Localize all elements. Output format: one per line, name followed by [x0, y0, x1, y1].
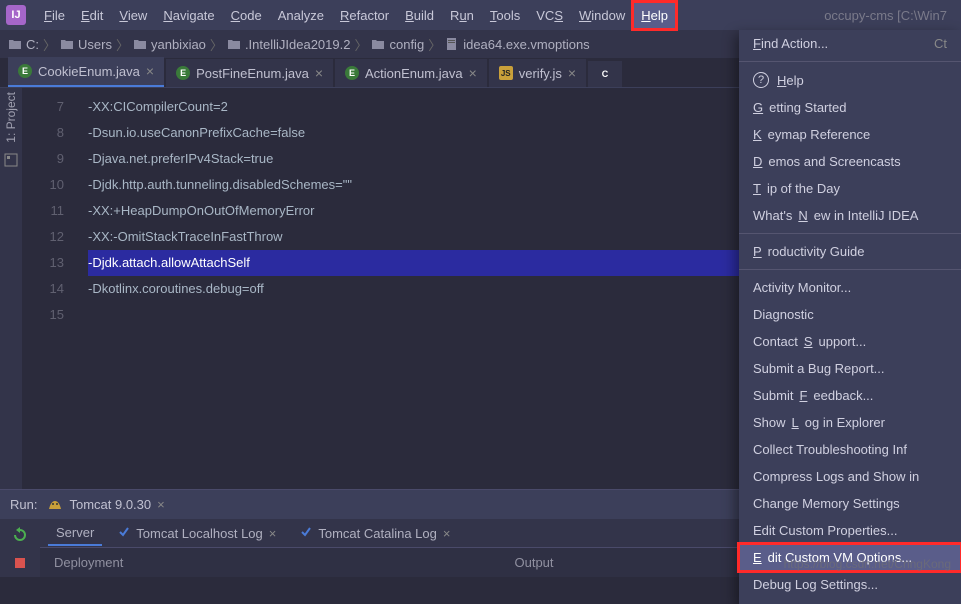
breadcrumb-item[interactable]: .IntelliJIdea2019.2: [227, 37, 351, 52]
help-menu-item[interactable]: Tip of the Day: [739, 175, 961, 202]
help-menu-item[interactable]: Getting Started: [739, 94, 961, 121]
menu-refactor[interactable]: Refactor: [332, 2, 397, 29]
tool-sidebar: 1: Project: [0, 88, 22, 489]
menu-help[interactable]: Help: [633, 2, 676, 29]
menu-analyze[interactable]: Analyze: [270, 2, 332, 29]
breadcrumb-item[interactable]: C:: [8, 37, 39, 52]
run-title: Run:: [10, 497, 37, 512]
help-menu: Find Action...Ct ?HelpGetting StartedKeym…: [739, 30, 961, 604]
sidebar-project-label[interactable]: 1: Project: [4, 92, 18, 143]
close-icon[interactable]: ×: [443, 526, 451, 541]
help-menu-item[interactable]: What's New in IntelliJ IDEA: [739, 202, 961, 229]
help-menu-item[interactable]: Productivity Guide: [739, 238, 961, 265]
menubar: IJ FileEditViewNavigateCodeAnalyzeRefact…: [0, 0, 961, 30]
editor-tab[interactable]: C: [588, 61, 622, 87]
breadcrumb-item[interactable]: config: [371, 37, 424, 52]
menu-window[interactable]: Window: [571, 2, 633, 29]
rerun-button[interactable]: [10, 525, 30, 545]
help-menu-item[interactable]: Activity Monitor...: [739, 274, 961, 301]
menu-view[interactable]: View: [111, 2, 155, 29]
filetype-icon: E: [18, 64, 32, 78]
run-tab[interactable]: Tomcat Catalina Log×: [292, 522, 458, 545]
close-icon[interactable]: ×: [269, 526, 277, 541]
run-config[interactable]: Tomcat 9.0.30 ×: [47, 497, 164, 513]
help-menu-item[interactable]: Collect Troubleshooting Inf: [739, 436, 961, 463]
log-icon: [118, 526, 130, 541]
help-icon: ?: [753, 72, 769, 88]
help-menu-item[interactable]: Debug Log Settings...: [739, 571, 961, 598]
menu-build[interactable]: Build: [397, 2, 442, 29]
folder-icon: [371, 38, 385, 50]
close-icon[interactable]: ×: [469, 65, 477, 81]
tomcat-icon: [47, 497, 63, 513]
filetype-icon: JS: [499, 66, 513, 80]
menu-navigate[interactable]: Navigate: [155, 2, 222, 29]
run-tab[interactable]: Tomcat Localhost Log×: [110, 522, 284, 545]
help-menu-item[interactable]: Compress Logs and Show in: [739, 463, 961, 490]
breadcrumb-item[interactable]: Users: [60, 37, 112, 52]
help-icon-row[interactable]: ?Help: [739, 66, 961, 94]
help-menu-item[interactable]: Diagnostic: [739, 301, 961, 328]
file-icon: [445, 38, 459, 50]
editor-tab[interactable]: EPostFineEnum.java×: [166, 59, 333, 87]
filetype-icon: C: [598, 67, 612, 81]
project-name: occupy-cms [C:\Win7: [824, 8, 955, 23]
menu-code[interactable]: Code: [223, 2, 270, 29]
editor-tab[interactable]: JSverify.js×: [489, 59, 586, 87]
folder-icon: [227, 38, 241, 50]
col-deployment: Deployment: [40, 555, 501, 570]
help-menu-item[interactable]: Submit Feedback...: [739, 382, 961, 409]
editor-tab[interactable]: EActionEnum.java×: [335, 59, 487, 87]
app-icon: IJ: [6, 5, 26, 25]
help-menu-item[interactable]: Demos and Screencasts: [739, 148, 961, 175]
structure-icon[interactable]: [4, 153, 18, 167]
gutter: 789101112131415: [22, 88, 78, 489]
close-icon[interactable]: ×: [157, 497, 165, 512]
stop-button[interactable]: [10, 553, 30, 573]
help-menu-item[interactable]: Edit Custom Properties...: [739, 517, 961, 544]
close-icon[interactable]: ×: [146, 63, 154, 79]
menu-find-action[interactable]: Find Action...Ct: [739, 30, 961, 57]
help-menu-item[interactable]: Keymap Reference: [739, 121, 961, 148]
folder-icon: [60, 38, 74, 50]
run-tools: [0, 519, 40, 577]
drive-icon: [8, 38, 22, 50]
breadcrumb-item[interactable]: yanbixiao: [133, 37, 206, 52]
close-icon[interactable]: ×: [568, 65, 576, 81]
editor-tab[interactable]: ECookieEnum.java×: [8, 57, 164, 87]
menu-run[interactable]: Run: [442, 2, 482, 29]
help-menu-item[interactable]: Show Log in Explorer: [739, 409, 961, 436]
filetype-icon: E: [345, 66, 359, 80]
run-tab[interactable]: Server: [48, 521, 102, 546]
help-menu-item[interactable]: Change Memory Settings: [739, 490, 961, 517]
menu-vcs[interactable]: VCS: [528, 2, 571, 29]
close-icon[interactable]: ×: [315, 65, 323, 81]
watermark: https://blog.csdn.net/CringKong: [784, 557, 951, 571]
filetype-icon: E: [176, 66, 190, 80]
menu-tools[interactable]: Tools: [482, 2, 528, 29]
help-menu-item[interactable]: Submit a Bug Report...: [739, 355, 961, 382]
breadcrumb-item[interactable]: idea64.exe.vmoptions: [445, 37, 589, 52]
folder-icon: [133, 38, 147, 50]
menu-edit[interactable]: Edit: [73, 2, 111, 29]
menu-file[interactable]: File: [36, 2, 73, 29]
log-icon: [300, 526, 312, 541]
help-menu-item[interactable]: Contact Support...: [739, 328, 961, 355]
